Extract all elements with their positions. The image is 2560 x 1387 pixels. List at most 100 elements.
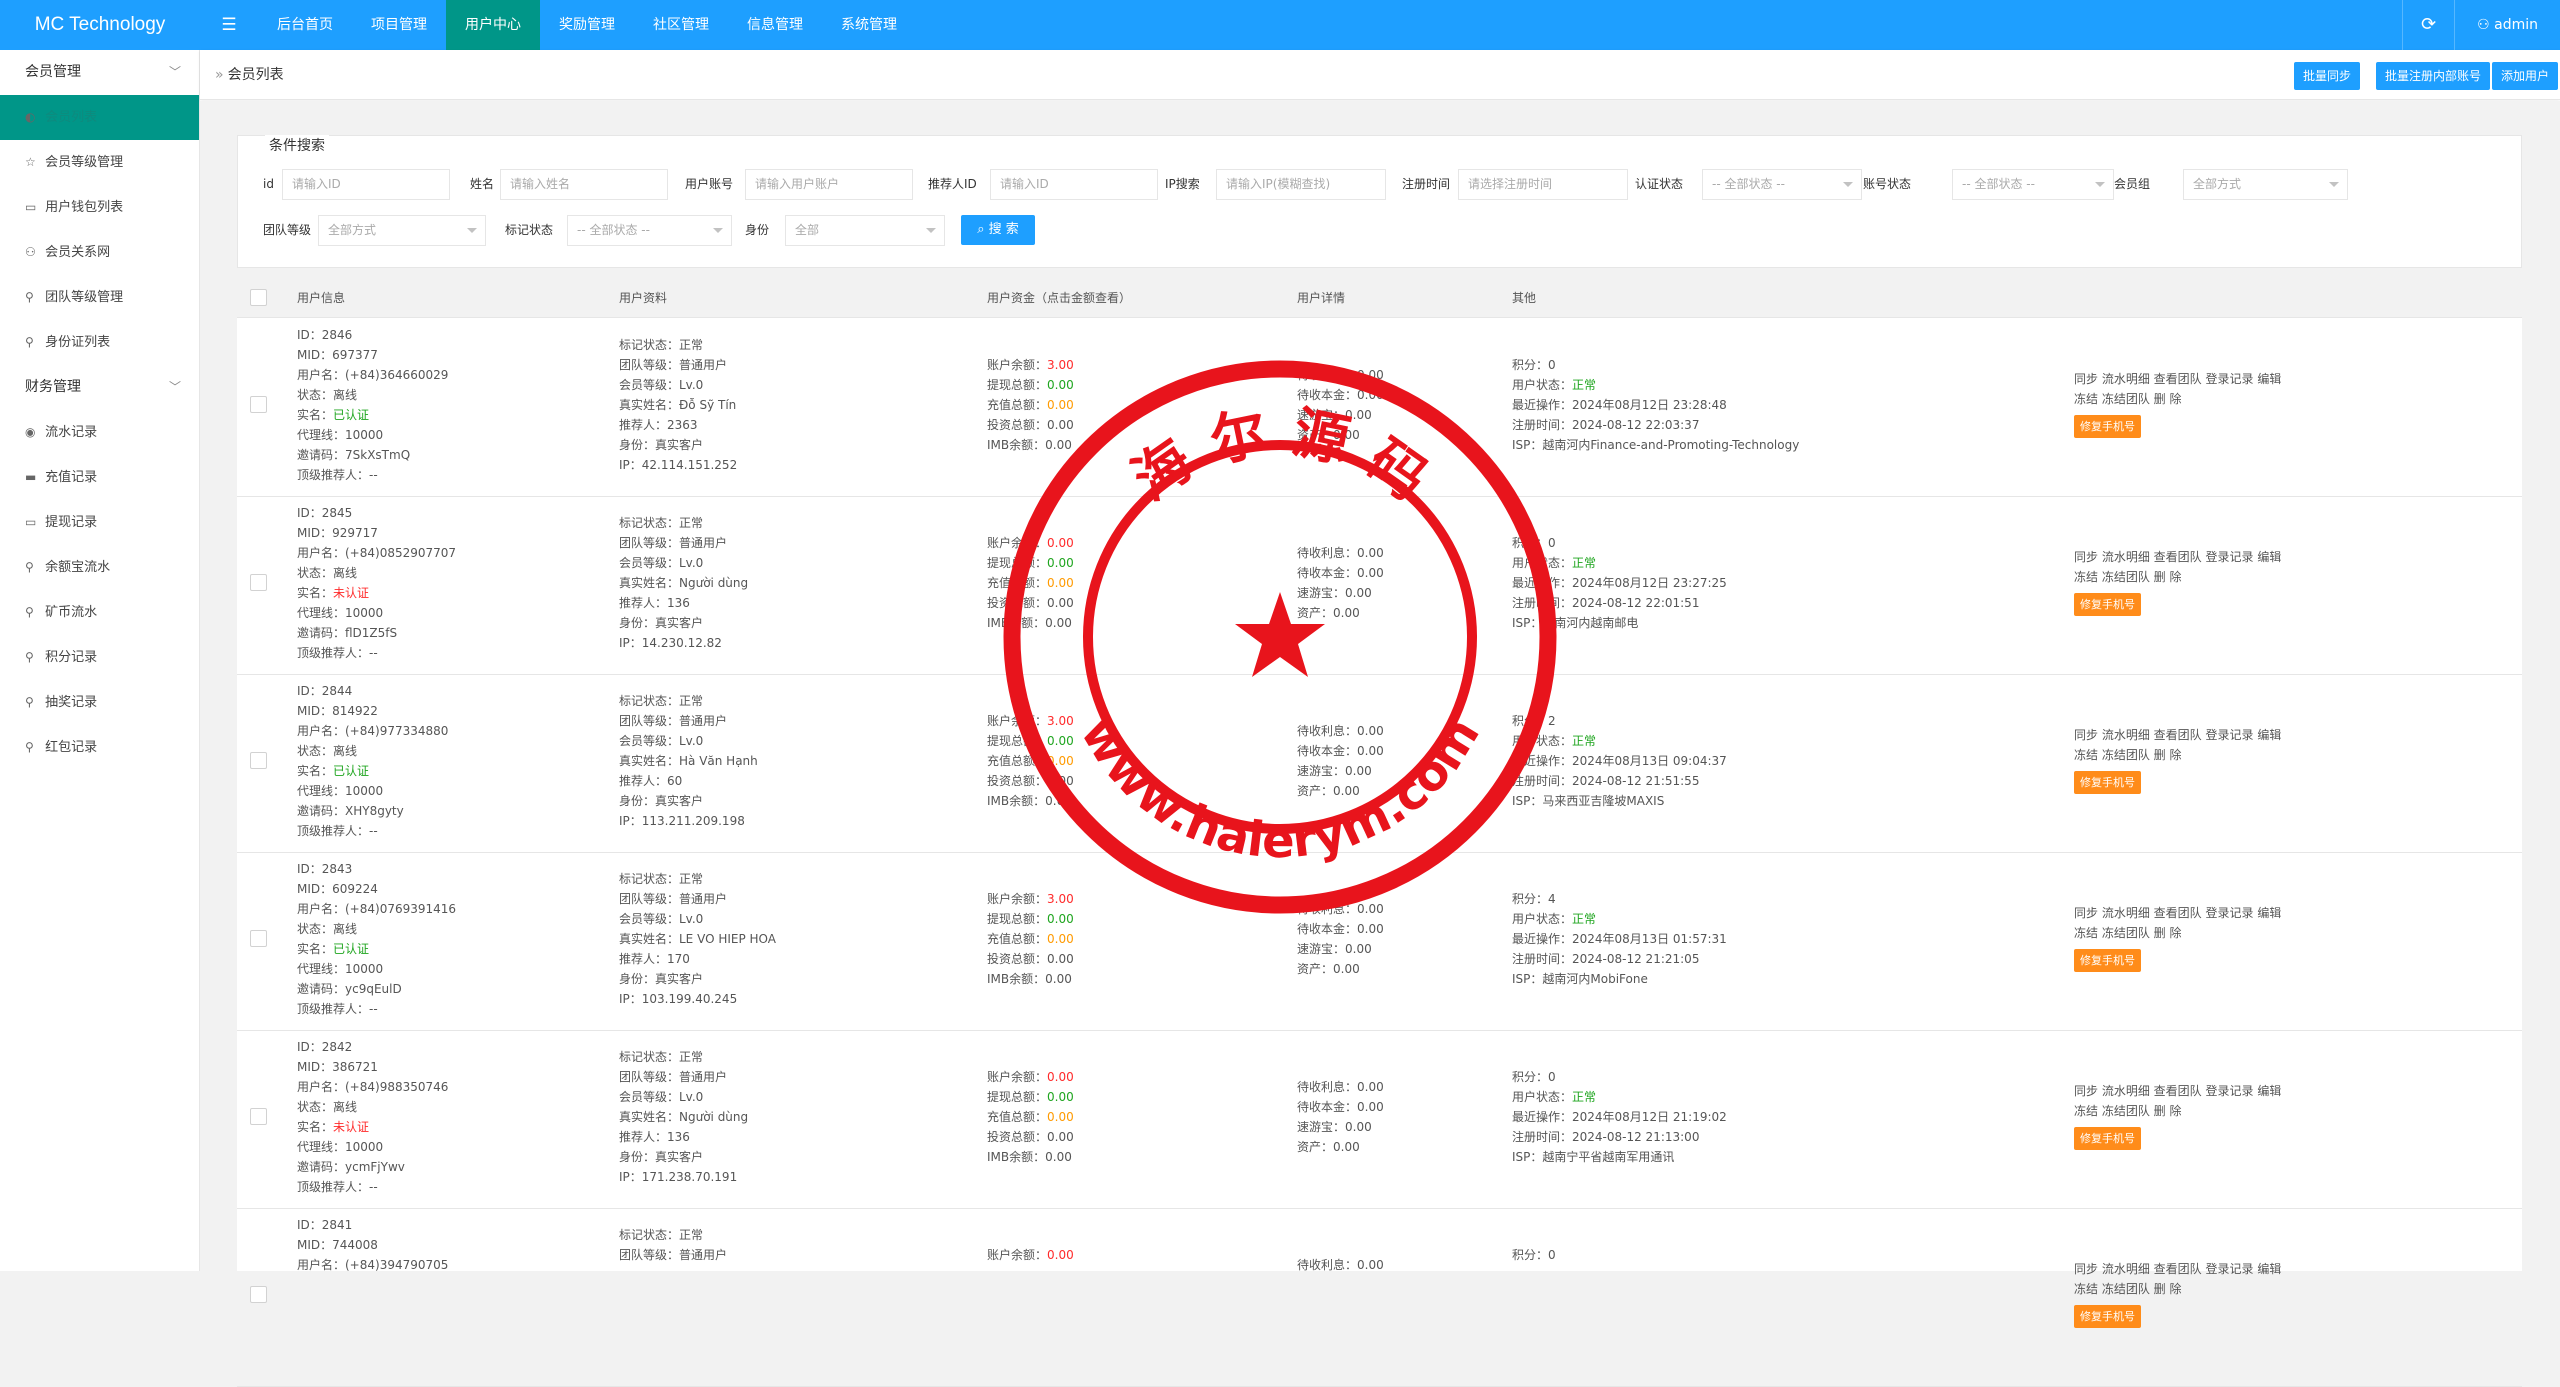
action-link[interactable]: 流水明细	[2102, 550, 2154, 564]
row-checkbox[interactable]	[250, 396, 267, 413]
batch-register-button[interactable]: 批量注册内部账号	[2375, 62, 2490, 90]
fix-phone-button[interactable]: 修复手机号	[2074, 1127, 2141, 1150]
batch-sync-button[interactable]: 批量同步	[2293, 62, 2360, 90]
action-link[interactable]: 编辑	[2257, 906, 2281, 920]
sidebar-group-finance[interactable]: 财务管理 ﹀	[0, 365, 199, 410]
action-link[interactable]: 删 除	[2154, 926, 2182, 940]
action-link[interactable]: 同步	[2074, 1084, 2102, 1098]
fund-value[interactable]: 0.00	[1047, 1248, 1074, 1262]
action-link[interactable]: 冻结团队	[2102, 1104, 2154, 1118]
action-link[interactable]: 登录记录	[2205, 906, 2257, 920]
action-link[interactable]: 同步	[2074, 550, 2102, 564]
row-checkbox[interactable]	[250, 1108, 267, 1125]
fix-phone-button[interactable]: 修复手机号	[2074, 771, 2141, 794]
nav-item[interactable]: 社区管理	[634, 0, 728, 50]
action-link[interactable]: 登录记录	[2205, 728, 2257, 742]
search-select[interactable]: 全部	[785, 215, 945, 246]
action-link[interactable]: 查看团队	[2154, 372, 2206, 386]
fund-value[interactable]: 0.00	[1047, 1070, 1074, 1084]
action-link[interactable]: 冻结团队	[2102, 570, 2154, 584]
fix-phone-button[interactable]: 修复手机号	[2074, 949, 2141, 972]
action-link[interactable]: 同步	[2074, 906, 2102, 920]
action-link[interactable]: 冻结	[2074, 748, 2102, 762]
fund-value[interactable]: 0.00	[1047, 932, 1074, 946]
fix-phone-button[interactable]: 修复手机号	[2074, 1305, 2141, 1328]
action-link[interactable]: 冻结	[2074, 1104, 2102, 1118]
sidebar-item[interactable]: ☆ 会员等级管理	[0, 140, 199, 185]
action-link[interactable]: 登录记录	[2205, 1084, 2257, 1098]
nav-item[interactable]: 系统管理	[822, 0, 916, 50]
action-link[interactable]: 查看团队	[2154, 906, 2206, 920]
refresh-icon[interactable]: ⟳	[2402, 0, 2454, 50]
action-link[interactable]: 查看团队	[2154, 1262, 2206, 1276]
action-link[interactable]: 同步	[2074, 728, 2102, 742]
search-input[interactable]: 请输入ID	[282, 169, 450, 200]
sidebar-item[interactable]: ▭ 提现记录	[0, 500, 199, 545]
action-link[interactable]: 流水明细	[2102, 728, 2154, 742]
fund-value[interactable]: 0.00	[1047, 912, 1074, 926]
action-link[interactable]: 编辑	[2257, 1262, 2281, 1276]
search-input[interactable]: 请输入姓名	[500, 169, 668, 200]
action-link[interactable]: 流水明细	[2102, 372, 2154, 386]
sidebar-item[interactable]: ⚲ 余额宝流水	[0, 545, 199, 590]
fund-value[interactable]: 0.00	[1047, 774, 1074, 788]
action-link[interactable]: 流水明细	[2102, 906, 2154, 920]
search-input[interactable]: 请输入用户账户	[745, 169, 913, 200]
action-link[interactable]: 登录记录	[2205, 372, 2257, 386]
fund-value[interactable]: 3.00	[1047, 714, 1074, 728]
sidebar-item[interactable]: ◉ 流水记录	[0, 410, 199, 455]
sidebar-item[interactable]: ⚲ 团队等级管理	[0, 275, 199, 320]
sidebar-item[interactable]: ⚲ 身份证列表	[0, 320, 199, 365]
search-select[interactable]: -- 全部状态 --	[1952, 169, 2114, 200]
action-link[interactable]: 编辑	[2257, 728, 2281, 742]
fix-phone-button[interactable]: 修复手机号	[2074, 415, 2141, 438]
fund-value[interactable]: 0.00	[1047, 754, 1074, 768]
action-link[interactable]: 登录记录	[2205, 1262, 2257, 1276]
action-link[interactable]: 删 除	[2154, 1104, 2182, 1118]
sidebar-item[interactable]: ⚲ 积分记录	[0, 635, 199, 680]
action-link[interactable]: 冻结团队	[2102, 392, 2154, 406]
action-link[interactable]: 查看团队	[2154, 550, 2206, 564]
fund-value[interactable]: 0.00	[1047, 1110, 1074, 1124]
search-button[interactable]: ⌕ 搜 索	[961, 215, 1035, 245]
action-link[interactable]: 冻结	[2074, 392, 2102, 406]
sidebar-item[interactable]: ◐ 会员列表	[0, 95, 199, 140]
action-link[interactable]: 编辑	[2257, 372, 2281, 386]
fund-value[interactable]: 0.00	[1045, 438, 1072, 452]
sidebar-group-member[interactable]: 会员管理 ﹀	[0, 50, 199, 95]
action-link[interactable]: 流水明细	[2102, 1084, 2154, 1098]
fund-value[interactable]: 0.00	[1047, 398, 1074, 412]
nav-item[interactable]: 奖励管理	[540, 0, 634, 50]
brand-logo[interactable]: MC Technology	[0, 0, 200, 50]
sidebar-item[interactable]: ⚲ 抽奖记录	[0, 680, 199, 725]
row-checkbox[interactable]	[250, 752, 267, 769]
sidebar-item[interactable]: ▬ 充值记录	[0, 455, 199, 500]
nav-item[interactable]: 用户中心	[446, 0, 540, 50]
action-link[interactable]: 删 除	[2154, 748, 2182, 762]
search-select[interactable]: 全部方式	[2183, 169, 2348, 200]
search-select[interactable]: 全部方式	[318, 215, 486, 246]
action-link[interactable]: 冻结团队	[2102, 926, 2154, 940]
action-link[interactable]: 冻结	[2074, 926, 2102, 940]
search-input[interactable]: 请输入ID	[990, 169, 1158, 200]
row-checkbox[interactable]	[250, 574, 267, 591]
select-all-checkbox[interactable]	[250, 289, 267, 306]
action-link[interactable]: 流水明细	[2102, 1262, 2154, 1276]
fund-value[interactable]: 0.00	[1045, 1150, 1072, 1164]
action-link[interactable]: 冻结团队	[2102, 1282, 2154, 1296]
nav-item[interactable]: 后台首页	[258, 0, 352, 50]
fund-value[interactable]: 0.00	[1045, 972, 1072, 986]
nav-item[interactable]: 信息管理	[728, 0, 822, 50]
fund-value[interactable]: 0.00	[1047, 418, 1074, 432]
sidebar-item[interactable]: ⚇ 会员关系网	[0, 230, 199, 275]
fund-value[interactable]: 3.00	[1047, 358, 1074, 372]
row-checkbox[interactable]	[250, 1286, 267, 1303]
sidebar-item[interactable]: ⚲ 红包记录	[0, 725, 199, 770]
admin-user-menu[interactable]: ⚇ admin	[2454, 0, 2560, 50]
fund-value[interactable]: 0.00	[1047, 556, 1074, 570]
nav-item[interactable]: 项目管理	[352, 0, 446, 50]
search-select[interactable]: -- 全部状态 --	[1702, 169, 1862, 200]
fund-value[interactable]: 0.00	[1047, 536, 1074, 550]
action-link[interactable]: 同步	[2074, 1262, 2102, 1276]
search-input[interactable]: 请输入IP(模糊查找)	[1216, 169, 1386, 200]
